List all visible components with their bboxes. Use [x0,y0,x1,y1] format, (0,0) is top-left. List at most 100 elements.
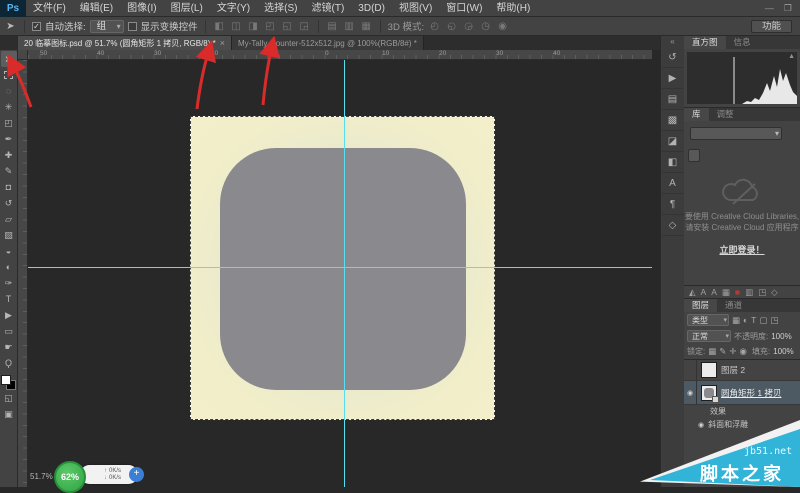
shape-tool[interactable]: ▭ [1,323,17,339]
auto-select-dropdown[interactable]: 组 ▾ [90,20,124,33]
notes-panel-icon[interactable]: ▤ [662,89,684,110]
type-tool[interactable]: T [1,291,17,307]
minimize-button[interactable]: — [765,3,774,14]
vertical-guide[interactable] [344,60,345,487]
filter-pixel-icon[interactable]: ▦ [732,315,740,326]
history-panel-icon[interactable]: ↺ [662,47,684,68]
properties-panel-icon[interactable]: ◧ [662,152,684,173]
eraser-tool[interactable]: ▱ [1,211,17,227]
filter-adjustment-icon[interactable]: ◐ [743,315,748,325]
mini-icon[interactable]: ◇ [771,287,778,298]
blur-tool[interactable]: ◒ [1,243,17,259]
lock-all-icon[interactable]: ◉ [740,346,747,357]
tab-adjustments[interactable]: 调整 [709,108,742,121]
add-button[interactable]: + [129,467,144,482]
align-bottom-icon[interactable]: ◲ [298,21,311,32]
actions-panel-icon[interactable]: ▶ [662,68,684,89]
show-transform-checkbox[interactable]: ✓ [128,22,137,31]
move-tool[interactable]: ➤ [1,51,17,67]
distribute-h-icon[interactable]: ▤ [326,21,339,32]
zoom-tool[interactable]: Ϙ [1,355,17,371]
layer-thumbnail[interactable] [701,385,717,401]
tab-info[interactable]: 信息 [726,36,759,49]
menu-filter[interactable]: 滤镜(T) [305,0,352,17]
gradient-tool[interactable]: ▨ [1,227,17,243]
fill-value[interactable]: 100% [773,347,793,356]
menu-3d[interactable]: 3D(D) [351,0,392,17]
brush-tool[interactable]: ✎ [1,163,17,179]
rectangular-marquee-tool[interactable] [1,67,17,83]
pen-tool[interactable]: ✑ [1,275,17,291]
mini-icon[interactable]: A [701,287,707,297]
history-brush-tool[interactable]: ↺ [1,195,17,211]
tab-libraries[interactable]: 库 [684,108,709,121]
zoom-level-status[interactable]: 51.7% [30,472,53,481]
eyedropper-tool[interactable]: ✒ [1,131,17,147]
distribute-center-icon[interactable]: ▦ [360,21,373,32]
mini-icon[interactable]: ▦ [722,287,730,298]
menu-image[interactable]: 图像(I) [120,0,163,17]
visibility-toggle[interactable]: ◉ [698,421,704,429]
3d-roll-icon[interactable]: ◵ [445,21,458,32]
3d-rotate-icon[interactable]: ◴ [428,21,441,32]
horizontal-guide[interactable] [28,267,652,268]
document-tab-2[interactable]: My-Tally-Counter-512x512.jpg @ 100%(RGB/… [232,36,424,50]
dodge-tool[interactable]: ◐ [1,259,17,275]
3d-scale-icon[interactable]: ◉ [496,21,509,32]
align-right-icon[interactable]: ◨ [247,21,260,32]
character-panel-icon[interactable]: A [662,173,684,194]
mini-icon[interactable]: A [711,287,717,297]
mini-icon[interactable]: ◭ [689,287,696,298]
visibility-toggle[interactable]: ◉ [684,381,697,404]
layer-row-rounded-rect[interactable]: ◉ 圆角矩形 1 拷贝 [684,381,800,405]
auto-select-checkbox[interactable]: ✓ [32,22,41,31]
opacity-value[interactable]: 100% [771,332,791,341]
horizontal-ruler[interactable]: 50 40 30 20 10 0 10 20 30 40 [28,50,652,60]
clone-stamp-tool[interactable]: ◘ [1,179,17,195]
rounded-rectangle-shape[interactable] [220,148,466,390]
hand-tool[interactable]: ☛ [1,339,17,355]
lock-move-icon[interactable]: ✛ [729,346,736,357]
mini-icon-red[interactable]: ■ [735,287,740,297]
crop-tool[interactable]: ◰ [1,115,17,131]
menu-edit[interactable]: 编辑(E) [73,0,120,17]
sign-in-link[interactable]: 立即登录！ [684,243,800,256]
align-top-icon[interactable]: ◰ [264,21,277,32]
mini-icon[interactable]: ◳ [758,287,766,298]
color-swatches[interactable] [1,375,16,390]
progress-badge[interactable]: 62% [54,461,86,493]
warning-icon[interactable]: ▲ [788,53,795,60]
foreground-color-swatch[interactable] [1,375,11,385]
menu-window[interactable]: 窗口(W) [439,0,489,17]
align-vcenter-icon[interactable]: ◱ [281,21,294,32]
screen-mode-button[interactable]: ▣ [1,406,17,422]
tab-layers[interactable]: 图层 [684,299,717,312]
3d-slide-icon[interactable]: ◷ [479,21,492,32]
close-icon[interactable]: × [220,38,225,48]
quick-mask-button[interactable]: ◱ [1,390,17,406]
layer-thumbnail[interactable] [701,362,717,378]
menu-select[interactable]: 选择(S) [257,0,304,17]
effects-row[interactable]: 效果 [684,405,800,418]
swatches-panel-icon[interactable]: ▩ [662,110,684,131]
libraries-search-button[interactable] [688,149,700,162]
menu-type[interactable]: 文字(Y) [210,0,257,17]
libraries-dropdown[interactable]: ▾ [690,127,782,140]
3d-drag-icon[interactable]: ◶ [462,21,475,32]
visibility-toggle[interactable] [684,360,697,380]
filter-kind-dropdown[interactable]: 类型 ▾ [687,314,729,326]
lock-paint-icon[interactable]: ✎ [719,346,726,357]
filter-type-icon[interactable]: T [751,315,756,325]
blend-mode-dropdown[interactable]: 正常 ▾ [687,330,731,342]
workspace-button[interactable]: 功能 [751,20,792,33]
menu-layer[interactable]: 图层(L) [164,0,210,17]
lock-transparent-icon[interactable]: ▦ [708,346,716,357]
layer-name[interactable]: 圆角矩形 1 拷贝 [721,387,781,399]
mini-icon[interactable]: ▥ [745,287,753,298]
3d-panel-icon[interactable]: ◇ [662,215,684,236]
layer-name[interactable]: 图层 2 [721,364,745,376]
filter-smart-object-icon[interactable]: ◳ [770,315,778,326]
tab-histogram[interactable]: 直方图 [684,36,726,49]
distribute-v-icon[interactable]: ▥ [343,21,356,32]
magic-wand-tool[interactable]: ✳ [1,99,17,115]
